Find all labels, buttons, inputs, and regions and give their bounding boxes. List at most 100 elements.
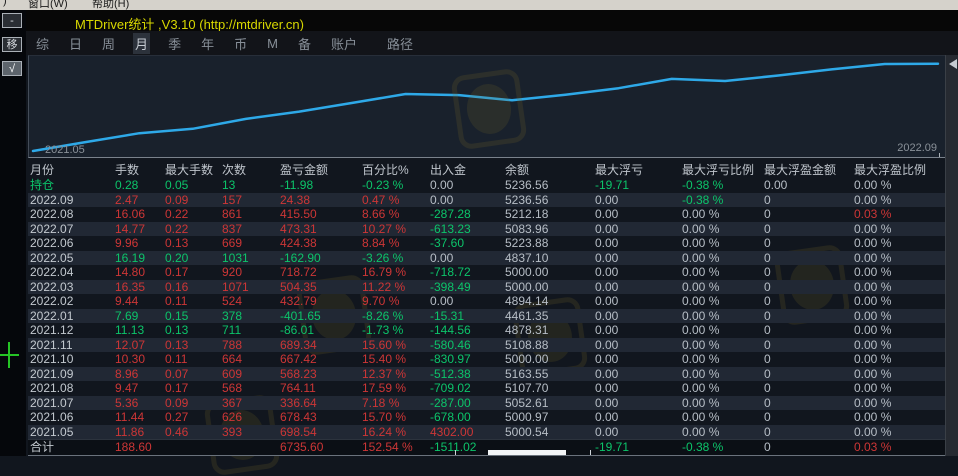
value-cell: 11.86 [115, 425, 165, 440]
value-cell: 718.72 [280, 265, 362, 280]
table-row[interactable]: 2022.0816.060.22861415.508.66 %-287.2852… [28, 207, 945, 222]
view-menu: 综日周月季年币M备账户 路径 [26, 31, 958, 55]
column-header[interactable]: 手数 [115, 163, 165, 178]
titlebar[interactable]: MTDriver统计 ,V3.10 (http://mtdriver.cn) [26, 10, 958, 31]
minimize-button[interactable]: - [2, 13, 22, 28]
value-cell: 0.22 [165, 222, 222, 237]
os-menu-item[interactable]: ) [3, 0, 7, 7]
value-cell: 7.69 [115, 309, 165, 324]
column-header[interactable]: 最大手数 [165, 163, 222, 178]
value-cell: 0.03 % [854, 207, 945, 222]
table-row[interactable]: 2022.029.440.11524432.799.70 %0.004894.1… [28, 294, 945, 309]
column-header[interactable]: 百分比% [362, 163, 430, 178]
value-cell: 626 [222, 410, 280, 425]
month-cell: 2022.09 [30, 193, 115, 208]
value-cell: -3.26 % [362, 251, 430, 266]
table-row[interactable]: 2022.0414.800.17920718.7216.79 %-718.725… [28, 265, 945, 280]
table-row[interactable]: 2021.1211.130.13711-86.01-1.73 %-144.564… [28, 323, 945, 338]
value-cell: 0.46 [165, 425, 222, 440]
equity-chart[interactable]: 2021.05 2022.09 [28, 55, 945, 158]
value-cell [165, 440, 222, 455]
value-cell: 0 [764, 222, 854, 237]
table-row[interactable]: 2022.0714.770.22837473.3110.27 %-613.235… [28, 222, 945, 237]
value-cell: 5000.00 [505, 352, 595, 367]
value-cell: 1031 [222, 251, 280, 266]
value-cell: 0.03 % [854, 440, 945, 455]
column-header[interactable]: 余额 [505, 163, 595, 178]
table-row[interactable]: 2021.0611.440.27626678.4315.70 %-678.005… [28, 410, 945, 425]
value-cell: 0.00 [595, 222, 682, 237]
vertical-scrollbar[interactable] [945, 55, 958, 456]
value-cell: 0.00 % [854, 265, 945, 280]
value-cell: 0.00 [595, 367, 682, 382]
column-header[interactable]: 出入金 [430, 163, 505, 178]
value-cell: 4878.31 [505, 323, 595, 338]
month-cell: 2021.07 [30, 396, 115, 411]
value-cell: -19.71 [595, 440, 682, 455]
column-header[interactable]: 最大浮盈金额 [764, 163, 854, 178]
column-header[interactable]: 最大浮亏比例 [682, 163, 764, 178]
menu-item-月[interactable]: 月 [133, 33, 150, 54]
table-row[interactable]: 合计188.606735.60152.54 %-1511.02-19.71-0.… [28, 439, 945, 456]
value-cell: 0.00 % [854, 338, 945, 353]
menu-item-币[interactable]: 币 [232, 33, 249, 54]
value-cell: 0.00 [595, 323, 682, 338]
menu-item-备[interactable]: 备 [296, 33, 313, 54]
value-cell: 5236.56 [505, 193, 595, 208]
column-header[interactable]: 最大浮亏 [595, 163, 682, 178]
table-row[interactable]: 2021.1010.300.11664667.4215.40 %-830.975… [28, 352, 945, 367]
table-row[interactable]: 2021.075.360.09367336.647.18 %-287.00505… [28, 396, 945, 411]
table-row[interactable]: 2021.0511.860.46393698.5416.24 %4302.005… [28, 425, 945, 440]
value-cell: 0 [764, 251, 854, 266]
menu-item-M[interactable]: M [265, 35, 280, 52]
value-cell: 0.00 [595, 381, 682, 396]
menu-item-综[interactable]: 综 [34, 33, 51, 54]
menu-item-账户[interactable]: 账户 [329, 33, 359, 54]
value-cell: 0.16 [165, 280, 222, 295]
table-row[interactable]: 2022.0516.190.201031-162.90-3.26 %0.0048… [28, 251, 945, 266]
table-row[interactable]: 2022.0316.350.161071504.3511.22 %-398.49… [28, 280, 945, 295]
value-cell: 9.70 % [362, 294, 430, 309]
menu-item-年[interactable]: 年 [199, 33, 216, 54]
check-tool-button[interactable]: √ [2, 61, 22, 76]
value-cell: 0 [764, 323, 854, 338]
horizontal-scrollbar-thumb[interactable] [488, 450, 566, 455]
value-cell: 0.13 [165, 323, 222, 338]
menu-item-周[interactable]: 周 [100, 33, 117, 54]
menu-item-季[interactable]: 季 [166, 33, 183, 54]
value-cell: 0 [764, 236, 854, 251]
value-cell: 0.00 % [682, 222, 764, 237]
value-cell: 15.40 % [362, 352, 430, 367]
value-cell: 367 [222, 396, 280, 411]
menu-item-日[interactable]: 日 [67, 33, 84, 54]
table-row[interactable]: 持仓0.280.0513-11.98-0.23 %0.005236.56-19.… [28, 178, 945, 193]
value-cell: -11.98 [280, 178, 362, 193]
value-cell: 0.47 % [362, 193, 430, 208]
value-cell: 0.00 % [682, 236, 764, 251]
value-cell: 393 [222, 425, 280, 440]
table-row[interactable]: 2022.092.470.0915724.380.47 %0.005236.56… [28, 193, 945, 208]
value-cell: -15.31 [430, 309, 505, 324]
month-cell: 2022.07 [30, 222, 115, 237]
value-cell: 0.00 % [854, 193, 945, 208]
value-cell: 473.31 [280, 222, 362, 237]
column-header[interactable]: 最大浮盈比例 [854, 163, 945, 178]
stats-table-body: 持仓0.280.0513-11.98-0.23 %0.005236.56-19.… [28, 178, 945, 456]
table-row[interactable]: 2021.098.960.07609568.2312.37 %-512.3851… [28, 367, 945, 382]
value-cell: 0.00 % [854, 352, 945, 367]
month-cell: 2022.01 [30, 309, 115, 324]
value-cell: 0.00 % [682, 381, 764, 396]
value-cell: 5108.88 [505, 338, 595, 353]
table-row[interactable]: 2022.069.960.13669424.388.84 %-37.605223… [28, 236, 945, 251]
value-cell: 0.00 % [682, 425, 764, 440]
column-header[interactable]: 次数 [222, 163, 280, 178]
table-row[interactable]: 2022.017.690.15378-401.65-8.26 %-15.3144… [28, 309, 945, 324]
menu-item-路径[interactable]: 路径 [385, 33, 415, 54]
column-header[interactable]: 月份 [30, 163, 115, 178]
table-row[interactable]: 2021.1112.070.13788689.3415.60 %-580.465… [28, 338, 945, 353]
table-row[interactable]: 2021.089.470.17568764.1117.59 %-709.0251… [28, 381, 945, 396]
move-tool-button[interactable]: 移 [2, 37, 22, 52]
value-cell: 0.00 [595, 251, 682, 266]
value-cell: 0.00 [595, 265, 682, 280]
column-header[interactable]: 盈亏金额 [280, 163, 362, 178]
